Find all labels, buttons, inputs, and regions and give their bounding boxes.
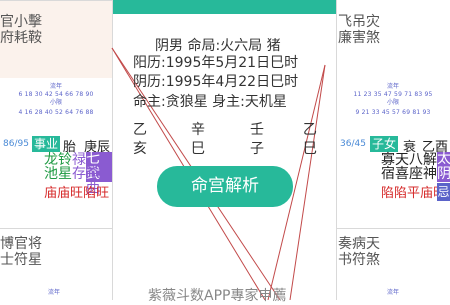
center-master-line: 命主:贪狼星 身主:天机星: [133, 94, 287, 110]
center-top-bar: [113, 0, 336, 14]
center-footer: 紫薇斗数APP專家申薦: [148, 288, 287, 304]
stem-column-3: 壬子: [250, 122, 264, 157]
center-solar-line: 阳历:1995年5月21日巳时: [133, 55, 299, 71]
stem-column-1: 乙亥: [133, 122, 147, 157]
center-lunar-line: 阴历:1995年4月22日巳时: [133, 74, 299, 90]
stem-column-2: 辛巳: [191, 122, 205, 157]
center-gender-line: 阴男 命局:火六局 猪: [155, 38, 281, 54]
ming-palace-analysis-button[interactable]: 命宫解析: [157, 166, 293, 207]
stem-column-4: 乙巳: [303, 122, 317, 157]
